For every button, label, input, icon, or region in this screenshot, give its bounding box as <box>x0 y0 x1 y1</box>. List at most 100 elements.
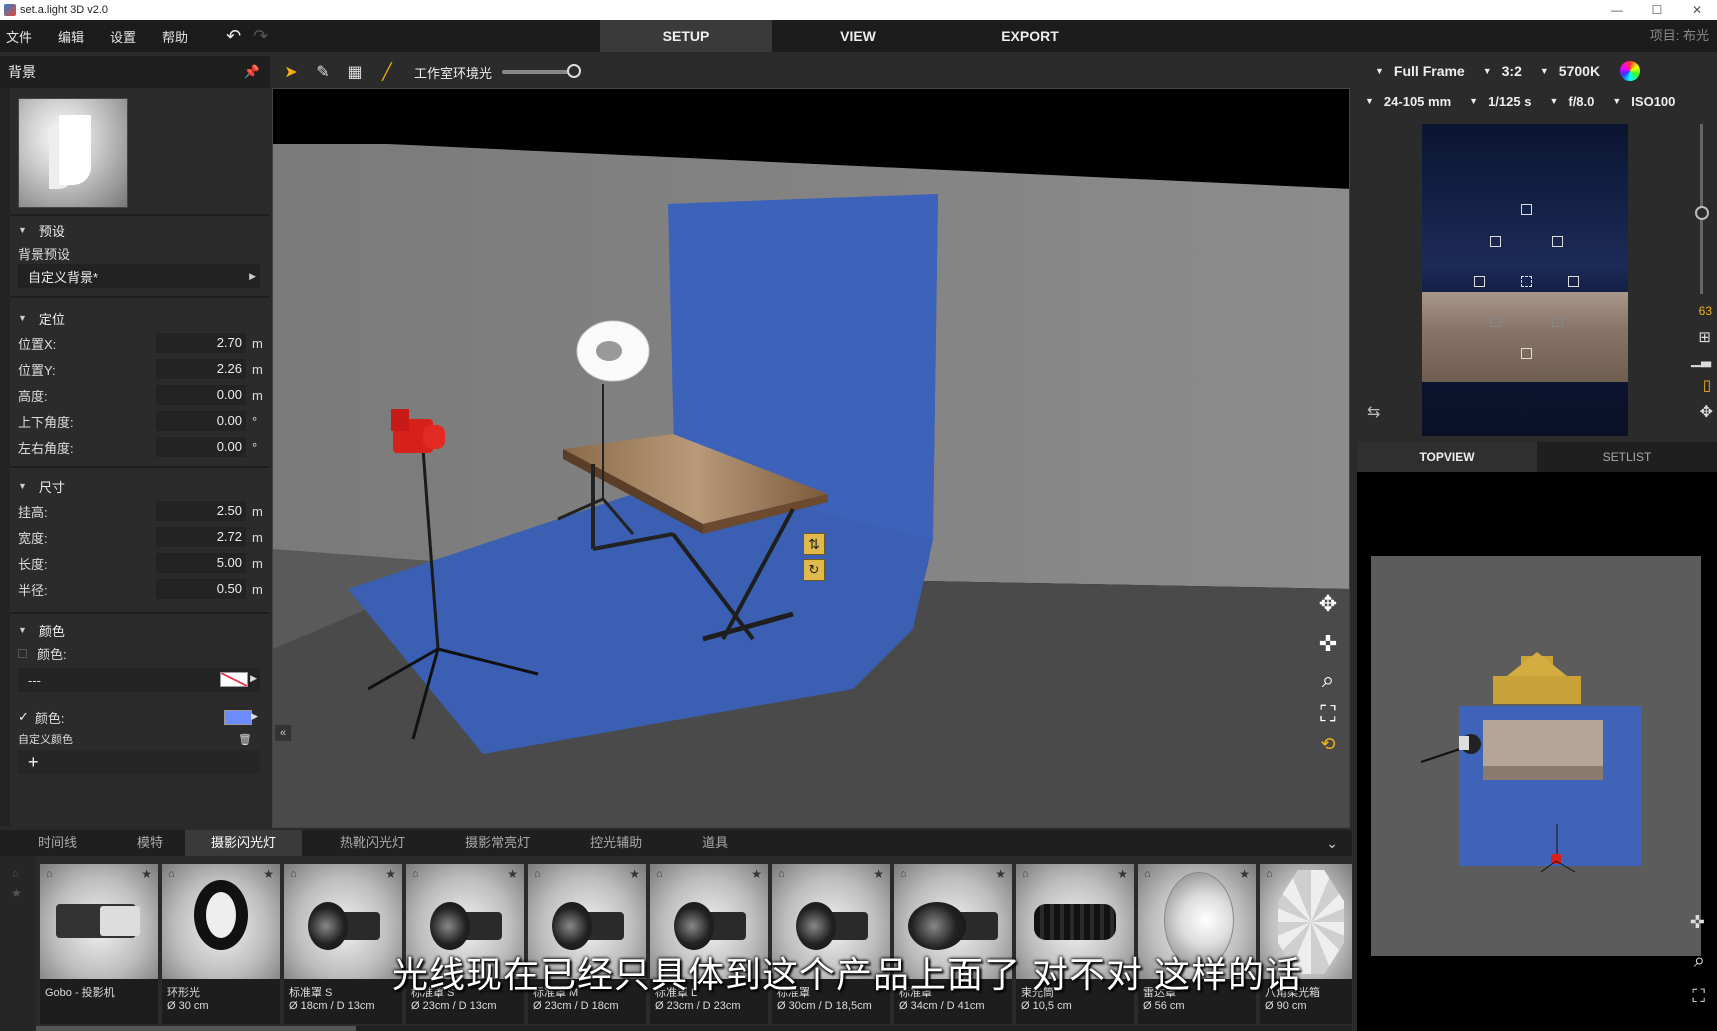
frame-icon[interactable]: ▯ <box>1703 376 1711 394</box>
iso-select[interactable]: ISO100 <box>1631 94 1675 109</box>
no-color-swatch[interactable] <box>220 672 248 687</box>
hang-height-input[interactable]: 2.50 <box>156 501 246 521</box>
af-point[interactable] <box>1490 236 1501 247</box>
histogram-icon[interactable]: ▁▃ <box>1691 352 1711 368</box>
af-point[interactable] <box>1490 316 1501 327</box>
undo-icon[interactable]: ↶ <box>226 26 241 47</box>
color1-picker[interactable]: --- ▶ <box>18 668 260 692</box>
af-point[interactable] <box>1568 276 1579 287</box>
size-section-header[interactable]: ▼ 尺寸 <box>10 474 270 498</box>
chevron-down-icon[interactable]: ▼ <box>1365 96 1374 106</box>
equipment-card[interactable]: ⌂ ★ 标准罩 Ø 34cm / D 41cm <box>894 864 1012 1024</box>
preset-section-header[interactable]: ▼ 预设 <box>10 218 270 242</box>
position-x-input[interactable]: 2.70 <box>156 333 246 353</box>
zoom-icon[interactable]: ⌕ <box>1313 665 1343 695</box>
star-icon[interactable]: ★ <box>263 867 274 881</box>
camera-preview[interactable] <box>1422 124 1628 436</box>
equipment-card[interactable]: ⌂ ★ 标准罩 Ø 30cm / D 18,5cm <box>772 864 890 1024</box>
collapse-down-icon[interactable]: ⌄ <box>1326 835 1338 852</box>
menu-edit[interactable]: 编辑 <box>52 27 96 46</box>
length-input[interactable]: 5.00 <box>156 553 246 573</box>
menu-help[interactable]: 帮助 <box>156 27 200 46</box>
topview-zoom-icon[interactable]: ⌕ <box>1694 950 1705 973</box>
chevron-down-icon[interactable]: ▼ <box>1483 66 1492 76</box>
star-icon[interactable]: ★ <box>629 867 640 881</box>
star-icon[interactable]: ★ <box>873 867 884 881</box>
collapse-left-icon[interactable]: « <box>275 725 291 741</box>
tab-studio-flash[interactable]: 摄影闪光灯 <box>185 830 303 856</box>
camera-move-icon[interactable]: ✥ <box>1700 402 1713 422</box>
tab-timeline[interactable]: 时间线 <box>0 830 99 856</box>
star-icon[interactable]: ★ <box>507 867 518 881</box>
equipment-card[interactable]: ⌂ ★ 标准罩 M Ø 23cm / D 18cm <box>528 864 646 1024</box>
fit-view-icon[interactable]: ⛶ <box>1313 699 1343 729</box>
topview-panel[interactable]: ✜ ⌕ ⛶ <box>1357 472 1717 1031</box>
equipment-card[interactable]: ⌂ ★ 标准罩 L Ø 23cm / D 23cm <box>650 864 768 1024</box>
chevron-down-icon[interactable]: ▼ <box>1375 66 1384 76</box>
chevron-down-icon[interactable]: ▼ <box>1612 96 1621 106</box>
star-icon[interactable]: ★ <box>1117 867 1128 881</box>
check-icon[interactable]: ✓ <box>18 709 29 725</box>
equipment-card[interactable]: ⌂ ★ 雷达罩 Ø 56 cm <box>1138 864 1256 1024</box>
tab-topview[interactable]: TOPVIEW <box>1357 442 1537 472</box>
color-wheel-icon[interactable] <box>1620 61 1641 81</box>
radius-input[interactable]: 0.50 <box>156 579 246 599</box>
star-icon[interactable]: ★ <box>385 867 396 881</box>
minimize-button[interactable]: — <box>1597 0 1637 20</box>
tab-models[interactable]: 模特 <box>99 830 185 856</box>
tab-setlist[interactable]: SETLIST <box>1537 442 1717 472</box>
star-icon[interactable]: ★ <box>141 867 152 881</box>
position-section-header[interactable]: ▼ 定位 <box>10 306 270 330</box>
tab-setup[interactable]: SETUP <box>600 20 772 52</box>
equipment-card[interactable]: ⌂ ★ 环形光 Ø 30 cm <box>162 864 280 1024</box>
tab-view[interactable]: VIEW <box>772 20 944 52</box>
tray-scrollbar-thumb[interactable] <box>36 1026 356 1031</box>
topview-pan-icon[interactable]: ✜ <box>1690 912 1705 933</box>
ambient-light-slider[interactable] <box>502 64 582 78</box>
chevron-down-icon[interactable]: ▼ <box>1540 66 1549 76</box>
chevron-down-icon[interactable]: ▼ <box>1549 96 1558 106</box>
trash-icon[interactable]: 🗑 <box>238 733 252 746</box>
reset-view-icon[interactable]: ⟲ <box>1313 729 1343 759</box>
topview-fit-icon[interactable]: ⛶ <box>1692 986 1705 1007</box>
maximize-button[interactable]: ☐ <box>1637 0 1677 20</box>
tab-continuous-lights[interactable]: 摄影常亮灯 <box>427 830 552 856</box>
af-point[interactable] <box>1552 316 1563 327</box>
redo-icon[interactable]: ↷ <box>253 26 268 47</box>
equipment-card[interactable]: ⌂ ★ 标准罩 S Ø 18cm / D 13cm <box>284 864 402 1024</box>
af-point[interactable] <box>1521 204 1532 215</box>
rotate-gizmo[interactable]: ↻ <box>803 559 825 581</box>
star-icon[interactable]: ★ <box>995 867 1006 881</box>
shutter-select[interactable]: 1/125 s <box>1488 94 1531 109</box>
favorite-filter-icon[interactable]: ★ <box>11 886 22 900</box>
aperture-select[interactable]: f/8.0 <box>1568 94 1594 109</box>
ratio-select[interactable]: 3:2 <box>1502 63 1522 79</box>
star-icon[interactable]: ★ <box>1239 867 1250 881</box>
equipment-card[interactable]: ⌂ ★ Gobo - 投影机 <box>40 864 158 1024</box>
tab-light-shapers[interactable]: 控光辅助 <box>552 830 664 856</box>
elevate-gizmo[interactable]: ⇅ <box>803 533 825 555</box>
lens-select[interactable]: 24-105 mm <box>1384 94 1451 109</box>
orbit-icon[interactable]: ✥ <box>1313 589 1343 619</box>
topview-canvas[interactable] <box>1371 556 1701 956</box>
pin-icon[interactable]: 📌 <box>244 64 260 80</box>
height-input[interactable]: 0.00 <box>156 385 246 405</box>
panel-scrollbar[interactable] <box>0 88 10 826</box>
equipment-card[interactable]: ⌂ ★ 标准罩 S Ø 23cm / D 13cm <box>406 864 524 1024</box>
tab-speedlights[interactable]: 热靴闪光灯 <box>302 830 427 856</box>
tab-props[interactable]: 道具 <box>664 830 750 856</box>
ambient-slider-knob[interactable] <box>567 64 582 78</box>
3d-viewport[interactable]: ⇅ ↻ ✥ ✜ ⌕ ⛶ ⟲ « <box>272 88 1350 828</box>
tilt-input[interactable]: 0.00 <box>156 411 246 431</box>
width-input[interactable]: 2.72 <box>156 527 246 547</box>
color1-checkbox[interactable] <box>18 648 27 658</box>
pan-icon[interactable]: ✜ <box>1313 629 1343 659</box>
white-balance-select[interactable]: 5700K <box>1559 63 1600 79</box>
equipment-card[interactable]: ⌂ ★ 束光筒 Ø 10,5 cm <box>1016 864 1134 1024</box>
add-color-button[interactable]: + <box>28 752 39 773</box>
grid-overlay-icon[interactable]: ⊞ <box>1698 328 1711 346</box>
af-point-center[interactable] <box>1521 276 1532 287</box>
menu-settings[interactable]: 设置 <box>104 27 148 46</box>
star-icon[interactable]: ★ <box>751 867 762 881</box>
chevron-down-icon[interactable]: ▼ <box>1469 96 1478 106</box>
